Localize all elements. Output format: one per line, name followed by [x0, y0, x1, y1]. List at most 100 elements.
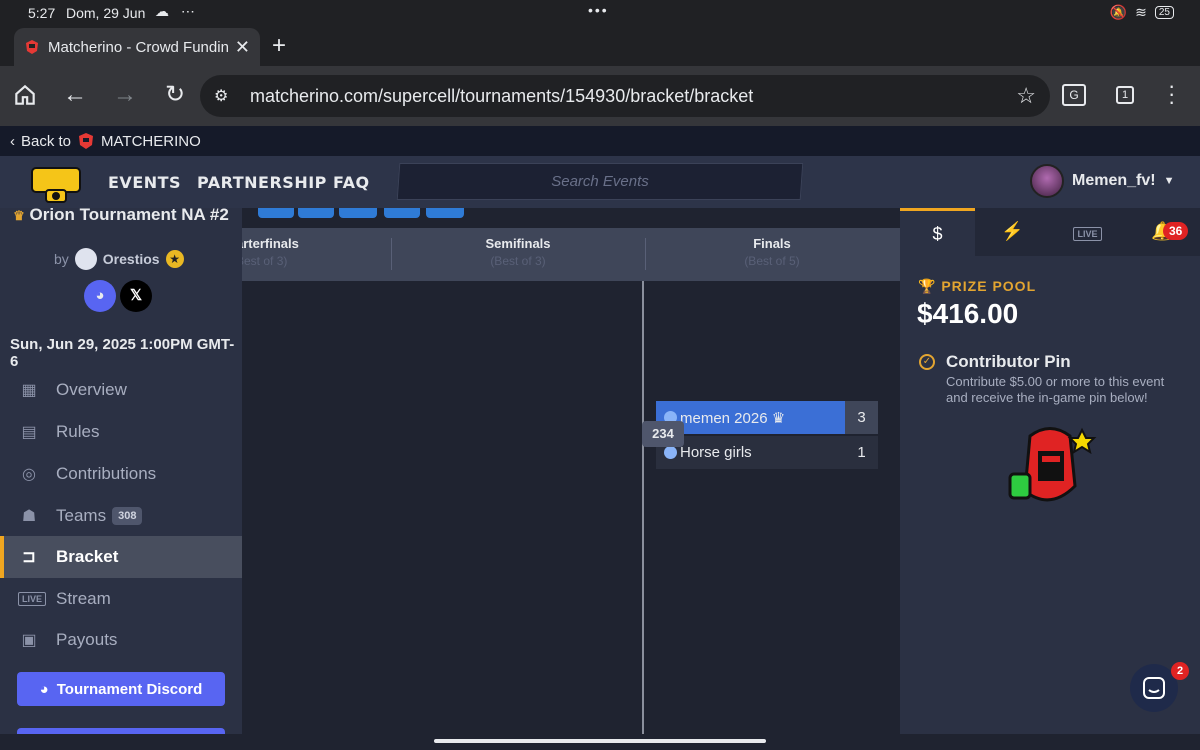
new-tab-icon[interactable]: +	[272, 32, 286, 60]
back-label: Back to	[21, 132, 72, 150]
tab-prize[interactable]: $	[900, 208, 975, 256]
round-header: arterfinalsBest of 3) Semifinals(Best of…	[242, 228, 900, 281]
round-divider	[645, 238, 646, 270]
sidebar-item-rules[interactable]: ▤ Rules	[0, 411, 242, 453]
mute-icon: 🔕	[1109, 4, 1128, 20]
team-score: 3	[845, 401, 878, 434]
translate-icon[interactable]: G	[1062, 84, 1086, 106]
tab-live[interactable]: LIVE	[1050, 208, 1125, 256]
site-settings-icon[interactable]: ⚙	[214, 86, 228, 106]
team-logo-icon	[664, 446, 677, 459]
check-circle-icon: ✓	[919, 354, 935, 370]
user-menu[interactable]: Memen_fv! ▼	[1030, 164, 1174, 198]
site-nav: EVENTS PARTNERSHIP FAQ Search Events Mem…	[0, 156, 1200, 208]
bookmark-star-icon[interactable]: ☆	[1016, 83, 1036, 109]
nav-faq[interactable]: FAQ	[333, 173, 370, 192]
prize-pool-label: 🏆 PRIZE POOL	[918, 278, 1037, 294]
caret-down-icon: ▼	[1163, 175, 1175, 187]
sidebar-item-overview[interactable]: ▦ Overview	[0, 369, 242, 411]
verified-badge-icon: ★	[165, 250, 184, 268]
trophy-icon: 🏆	[918, 278, 937, 294]
match-team-loser[interactable]: Horse girls 1	[656, 436, 878, 469]
contributor-pin-image	[1008, 427, 1097, 502]
match-team-winner[interactable]: memen 2026 ♛ 3	[656, 401, 878, 434]
search-input[interactable]: Search Events	[396, 163, 804, 200]
close-tab-icon[interactable]: ✕	[235, 37, 250, 58]
matcherino-favicon-icon	[26, 40, 38, 54]
sidebar-item-stream[interactable]: LIVE Stream	[0, 578, 242, 620]
tab-notifications[interactable]: 🔔36	[1125, 208, 1200, 256]
back-bar[interactable]: ‹ Back to MATCHERINO	[0, 126, 1200, 156]
nav-partnership[interactable]: PARTNERSHIP	[197, 173, 327, 192]
status-time: 5:27	[28, 5, 56, 21]
brand-label: MATCHERINO	[101, 132, 201, 150]
right-panel: $ ⚡ LIVE 🔔36 🏆 PRIZE POOL $416.00 ✓ Cont…	[900, 208, 1200, 734]
nav-events[interactable]: EVENTS	[108, 173, 181, 192]
address-bar[interactable]: ⚙ matcherino.com/supercell/tournaments/1…	[200, 75, 1050, 117]
tab-count-button[interactable]: 1	[1116, 86, 1134, 104]
home-gesture-pill[interactable]	[434, 739, 766, 743]
bracket-control-button[interactable]	[298, 208, 334, 218]
chevron-left-icon: ‹	[10, 132, 15, 150]
status-bar: 5:27 Dom, 29 Jun ☁ ⋯ ••• 🔕 ≋ 25	[0, 0, 1200, 26]
tab-title: Matcherino - Crowd Fundin	[48, 38, 229, 56]
bracket-connector	[642, 281, 644, 734]
prize-pool-value: $416.00	[917, 298, 1019, 329]
live-icon: LIVE	[18, 589, 47, 609]
coins-icon: ◎	[22, 466, 36, 483]
bracket-control-button[interactable]	[339, 208, 377, 218]
wifi-icon: ≋	[1135, 4, 1147, 20]
organizer-line: by Orestios ★	[54, 248, 184, 270]
live-icon: LIVE	[1073, 227, 1102, 241]
username: Memen_fv!	[1072, 172, 1156, 189]
zoom-out-button[interactable]	[384, 208, 420, 218]
sidebar-item-bracket[interactable]: ⊐ Bracket	[0, 536, 242, 578]
browser-menu-icon[interactable]: · · ·	[1168, 75, 1175, 113]
x-twitter-icon[interactable]: 𝕏	[120, 280, 152, 312]
team-score: 1	[857, 444, 866, 461]
organizer-name[interactable]: Orestios	[103, 251, 160, 267]
sidebar-item-payouts[interactable]: ▣ Payouts	[0, 619, 242, 661]
discord-icon: ◕	[39, 680, 49, 698]
round-quarterfinals: arterfinalsBest of 3)	[242, 236, 299, 268]
system-icons: 🔕 ≋ 25	[1110, 4, 1174, 21]
notification-icons: ☁ ⋯	[155, 3, 199, 19]
system-nav-bar	[0, 734, 1200, 750]
avatar	[1030, 164, 1064, 198]
back-arrow-icon[interactable]: ←	[62, 82, 88, 108]
browser-toolbar: ← → ↻ ⚙ matcherino.com/supercell/tournam…	[0, 66, 1200, 126]
bracket-control-button[interactable]	[258, 208, 294, 218]
tournament-discord-button[interactable]: ◕ Tournament Discord	[17, 672, 225, 706]
browser-tab[interactable]: Matcherino - Crowd Fundin ✕	[14, 28, 260, 66]
reload-icon[interactable]: ↻	[162, 82, 188, 108]
round-finals: Finals (Best of 5)	[744, 236, 800, 268]
zoom-in-button[interactable]	[426, 208, 464, 218]
forward-arrow-icon[interactable]: →	[112, 82, 138, 108]
brawl-stars-logo[interactable]	[28, 160, 84, 206]
tab-strip: Matcherino - Crowd Fundin ✕ +	[0, 26, 1200, 66]
organizer-avatar[interactable]	[74, 248, 97, 270]
url-text[interactable]: matcherino.com/supercell/tournaments/154…	[250, 86, 753, 107]
tournament-title: ♛ Orion Tournament NA #2	[13, 208, 229, 224]
team-name: Horse girls	[680, 444, 752, 461]
rules-icon: ▤	[21, 424, 37, 441]
bracket-icon: ⊐	[22, 549, 36, 566]
round-semifinals: Semifinals (Best of 3)	[485, 236, 551, 268]
sidebar-item-teams[interactable]: ☗ Teams 308	[0, 495, 242, 537]
grid-icon: ▦	[21, 382, 37, 399]
multitask-dots-icon[interactable]: •••	[588, 2, 609, 18]
home-icon[interactable]	[12, 82, 38, 108]
bracket-view[interactable]: arterfinalsBest of 3) Semifinals(Best of…	[242, 208, 900, 734]
contributor-pin-description: Contribute $5.00 or more to this event a…	[946, 374, 1165, 405]
team-name: memen 2026	[680, 409, 768, 427]
tab-activity[interactable]: ⚡	[975, 208, 1050, 256]
tournament-sidebar: ♛ Orion Tournament NA #2 by Orestios ★ ◕…	[0, 208, 242, 734]
discord-icon[interactable]: ◕	[84, 280, 116, 312]
battery-icon: 25	[1154, 6, 1174, 19]
sidebar-item-contributions[interactable]: ◎ Contributions	[0, 453, 242, 495]
match-number-badge[interactable]: 234	[642, 421, 684, 447]
teams-count-badge: 308	[112, 507, 143, 525]
contributor-pin-title: Contributor Pin	[946, 352, 1071, 371]
right-panel-tabs: $ ⚡ LIVE 🔔36	[900, 208, 1200, 256]
notification-badge: 36	[1163, 222, 1189, 240]
